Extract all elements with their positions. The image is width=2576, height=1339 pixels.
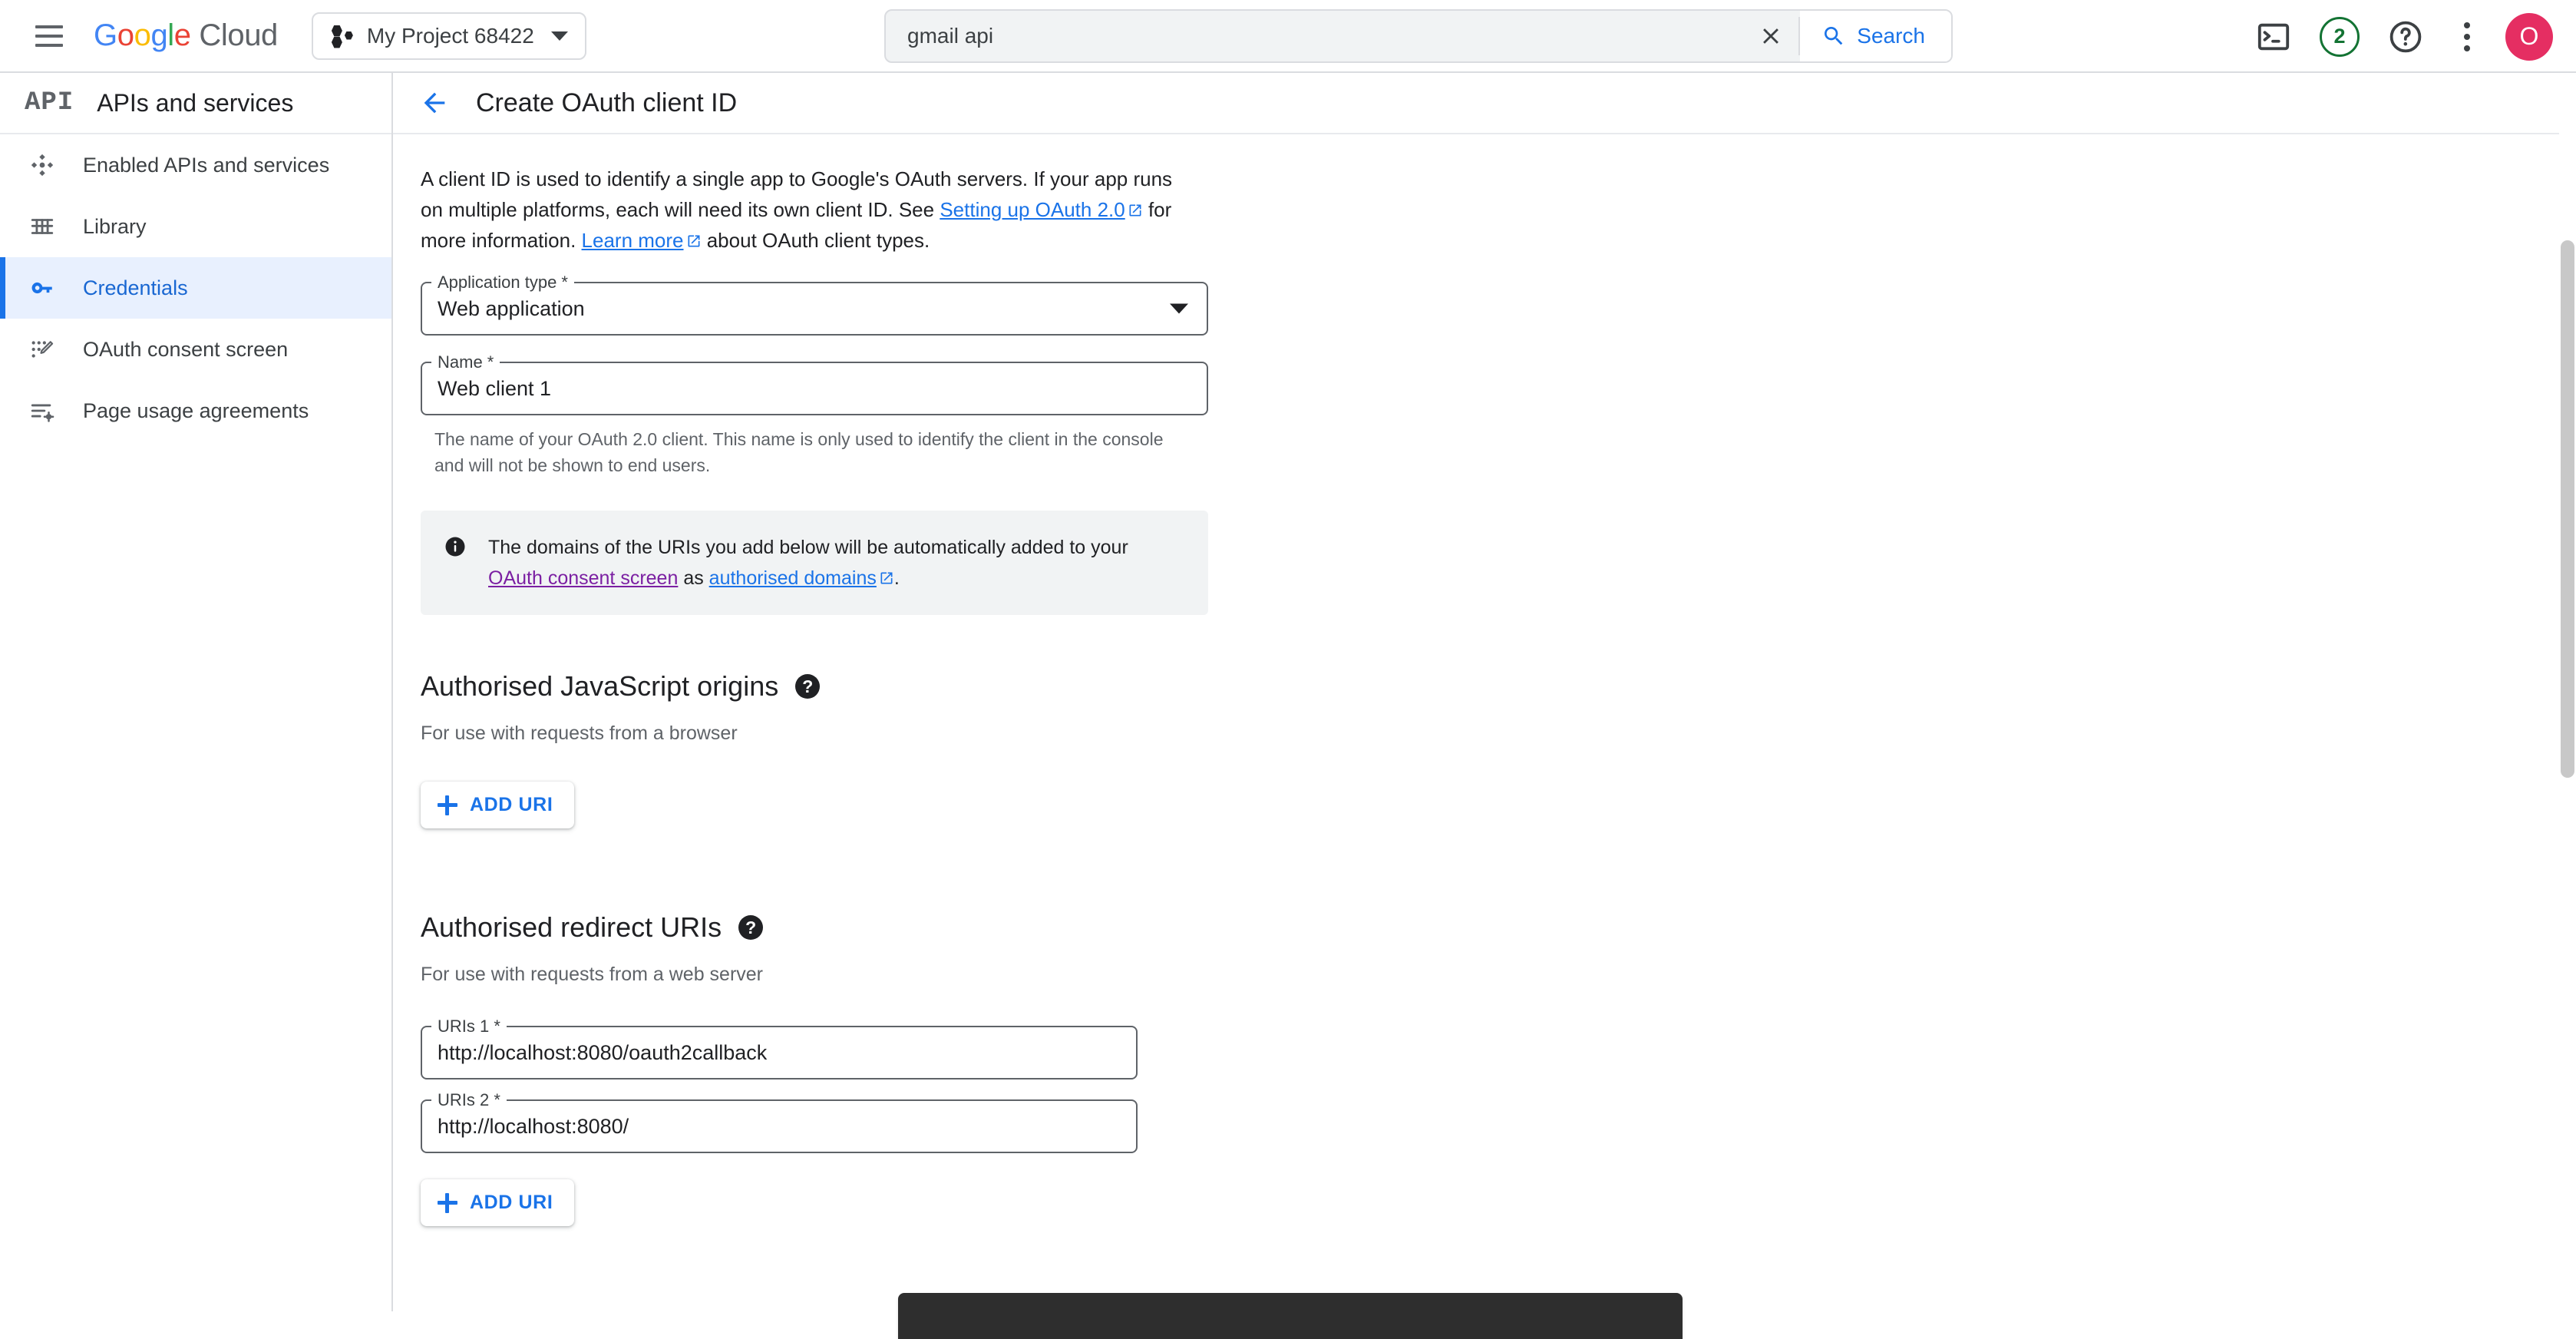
redirect-uris-heading: Authorised redirect URIs ? (421, 911, 1237, 944)
info-part-1: The domains of the URIs you add below wi… (488, 537, 1128, 558)
chevron-down-icon (1170, 303, 1188, 314)
oauth-consent-screen-link[interactable]: OAuth consent screen (488, 567, 678, 589)
client-name-value: Web client 1 (438, 376, 552, 400)
setting-up-oauth-link[interactable]: Setting up OAuth 2.0 (940, 198, 1125, 221)
js-origins-heading: Authorised JavaScript origins ? (421, 670, 1237, 703)
add-uri-button-js-origins[interactable]: ADD URI (421, 782, 575, 828)
logo-cloud-word: Cloud (199, 18, 278, 52)
search-button[interactable]: Search (1800, 11, 1951, 61)
help-icon[interactable]: ? (738, 915, 764, 940)
redirect-uri-field-2[interactable]: URIs 2 * http://localhost:8080/ (421, 1090, 1138, 1153)
intro-part-3: about OAuth client types. (701, 229, 930, 252)
key-icon (25, 275, 60, 301)
js-origins-title: Authorised JavaScript origins (421, 670, 779, 702)
terminal-icon[interactable] (2251, 14, 2297, 60)
sidebar-item-credentials[interactable]: Credentials (0, 257, 391, 319)
main-content: Create OAuth client ID A client ID is us… (393, 73, 2576, 1311)
arrow-back-icon[interactable] (419, 88, 450, 118)
redirect-uri-value-1: http://localhost:8080/oauth2callback (438, 1040, 768, 1064)
add-uri-label: ADD URI (470, 794, 553, 815)
authorised-domains-link[interactable]: authorised domains (709, 567, 877, 589)
redirect-uri-field-1[interactable]: URIs 1 * http://localhost:8080/oauth2cal… (421, 1017, 1138, 1079)
project-name-label: My Project 68422 (366, 23, 534, 48)
client-name-helper-text: The name of your OAuth 2.0 client. This … (434, 429, 1164, 475)
consent-pencil-icon (25, 336, 60, 362)
help-circle-icon[interactable] (2383, 14, 2429, 60)
avatar[interactable]: O (2505, 12, 2553, 61)
scrollbar-thumb[interactable] (2561, 240, 2574, 778)
application-type-value: Web application (438, 296, 585, 320)
redirect-uris-title: Authorised redirect URIs (421, 911, 722, 943)
snackbar-toast (898, 1293, 1683, 1339)
help-icon[interactable]: ? (795, 674, 821, 699)
sidebar-title: APIs and services (97, 88, 294, 117)
plus-icon (438, 795, 457, 815)
more-vert-icon[interactable] (2452, 18, 2482, 56)
redirect-uri-value-2: http://localhost:8080/ (438, 1114, 629, 1138)
project-selector[interactable]: My Project 68422 (311, 12, 586, 60)
sidebar: API APIs and services Enabled APIs and s… (0, 73, 393, 1311)
add-uri-button-redirect-uris[interactable]: ADD URI (421, 1179, 575, 1226)
sidebar-header: API APIs and services (0, 73, 391, 134)
domains-info-banner: The domains of the URIs you add below wi… (421, 511, 1208, 615)
project-hexagons-icon (331, 25, 355, 48)
dashboard-diamond-icon (25, 152, 60, 178)
redirect-uris-subtitle: For use with requests from a web server (421, 964, 763, 985)
add-uri-label: ADD URI (470, 1192, 553, 1213)
plus-icon (438, 1192, 457, 1213)
page-title: Create OAuth client ID (476, 88, 738, 117)
external-link-icon (879, 564, 894, 584)
notifications-count: 2 (2333, 25, 2346, 48)
sidebar-item-label: Library (83, 214, 147, 238)
hamburger-menu-icon[interactable] (29, 16, 69, 56)
page-scrollbar[interactable] (2559, 73, 2576, 1311)
top-app-bar: Google Cloud My Project 68422 Search (0, 0, 2576, 73)
sidebar-item-label: OAuth consent screen (83, 337, 289, 361)
sidebar-item-library[interactable]: Library (0, 196, 391, 257)
page-header: Create OAuth client ID (393, 73, 2576, 134)
info-banner-text: The domains of the URIs you add below wi… (488, 532, 1185, 593)
agreements-gear-icon (25, 398, 60, 424)
sidebar-item-page-usage-agreements[interactable]: Page usage agreements (0, 380, 391, 441)
external-link-icon (1128, 196, 1143, 217)
sidebar-item-enabled-apis[interactable]: Enabled APIs and services (0, 134, 391, 196)
search-input[interactable] (886, 11, 1744, 61)
avatar-initial: O (2519, 22, 2539, 50)
client-name-field[interactable]: Name * Web client 1 (421, 352, 1208, 415)
chevron-down-icon (550, 31, 568, 41)
google-cloud-logo[interactable]: Google Cloud (94, 18, 278, 53)
notifications-badge[interactable]: 2 (2320, 16, 2360, 57)
close-icon[interactable] (1743, 11, 1798, 61)
info-part-2: as (678, 567, 709, 589)
info-icon (444, 535, 467, 562)
info-part-3: . (893, 567, 900, 589)
application-type-select[interactable]: Application type * Web application (421, 273, 1208, 336)
sidebar-item-label: Page usage agreements (83, 398, 309, 422)
search-button-label: Search (1857, 24, 1925, 48)
sidebar-item-label: Enabled APIs and services (83, 153, 330, 177)
sidebar-item-oauth-consent-screen[interactable]: OAuth consent screen (0, 319, 391, 380)
search-icon (1825, 27, 1843, 45)
search-bar: Search (884, 9, 1953, 63)
api-logo: API (25, 88, 74, 117)
library-icon (25, 213, 60, 240)
js-origins-subtitle: For use with requests from a browser (421, 722, 738, 744)
top-bar-actions: 2 O (2251, 0, 2553, 73)
learn-more-link[interactable]: Learn more (582, 229, 684, 252)
sidebar-item-label: Credentials (83, 276, 188, 299)
external-link-icon (686, 226, 702, 247)
intro-paragraph: A client ID is used to identify a single… (421, 164, 1196, 256)
form-body: A client ID is used to identify a single… (393, 134, 1237, 1226)
